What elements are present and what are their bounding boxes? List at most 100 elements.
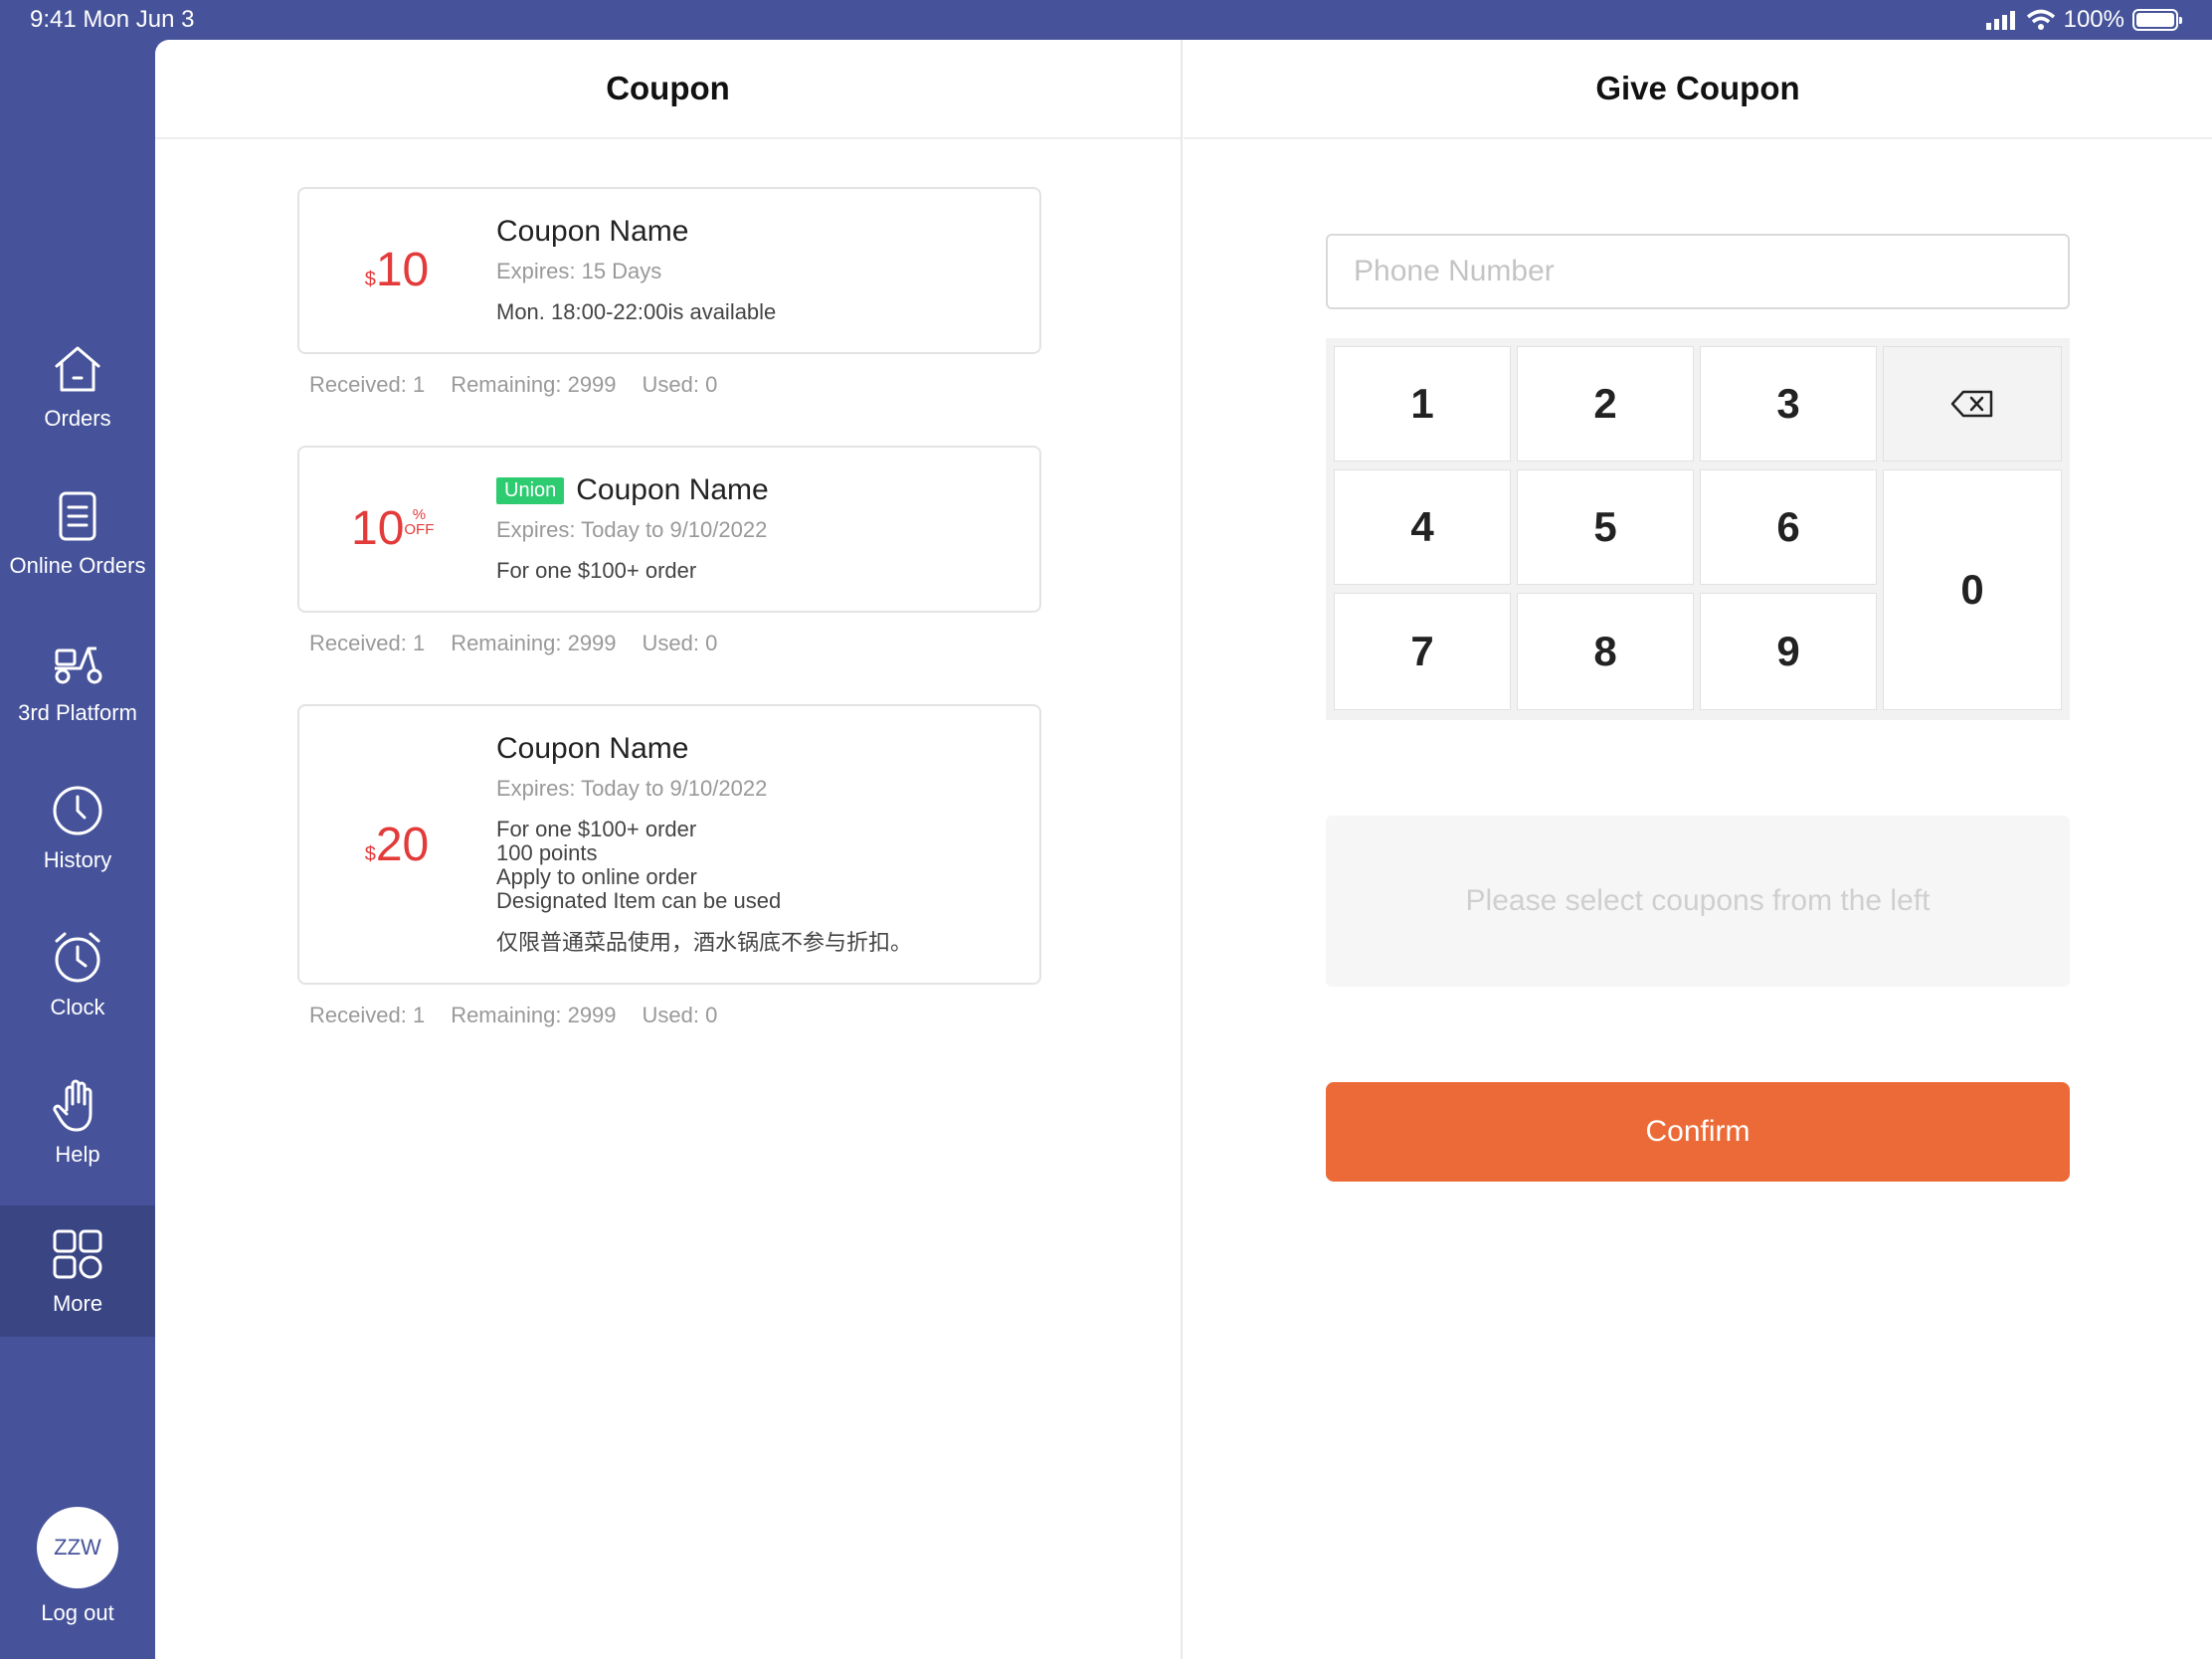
alarm-clock-icon	[55, 932, 100, 983]
coupon-desc-line: Designated Item can be used	[496, 888, 782, 913]
logout-link[interactable]: Log out	[41, 1600, 113, 1626]
key-9[interactable]: 9	[1700, 593, 1877, 710]
sidebar-item-label: 3rd Platform	[18, 700, 137, 725]
received-count: Received: 1	[309, 631, 426, 655]
coupon-desc-line: Apply to online order	[496, 864, 697, 889]
used-count: Used: 0	[642, 1003, 718, 1027]
key-4[interactable]: 4	[1334, 469, 1511, 585]
coupon-description: Mon. 18:00-22:00is available	[496, 300, 1019, 324]
avatar[interactable]: ZZW	[37, 1507, 118, 1588]
sidebar-item-help[interactable]: Help	[0, 1056, 155, 1188]
sidebar-item-label: Clock	[50, 995, 105, 1019]
key-5[interactable]: 5	[1517, 469, 1694, 585]
main-content: Coupon $10 Coupon Name Expires: 15 Days …	[155, 40, 2212, 1659]
clock-icon	[53, 786, 102, 835]
hand-icon	[53, 1079, 92, 1132]
coupon-desc-line: 100 points	[496, 840, 598, 865]
coupon-description: For one $100+ order 100 points Apply to …	[496, 818, 1019, 955]
sidebar-item-orders[interactable]: Orders	[0, 320, 155, 452]
coupon-name: Union Coupon Name	[496, 473, 1019, 507]
percent-off-label: % OFF	[404, 507, 434, 537]
union-badge: Union	[496, 476, 565, 504]
coupon-panel: Coupon $10 Coupon Name Expires: 15 Days …	[155, 40, 1183, 1659]
coupon-card[interactable]: $10 Coupon Name Expires: 15 Days Mon. 18…	[297, 187, 1041, 354]
coupon-stats: Received: 1 Remaining: 2999 Used: 0	[309, 372, 717, 398]
coupon-stats: Received: 1 Remaining: 2999 Used: 0	[309, 1003, 717, 1028]
sidebar-item-label: More	[52, 1291, 103, 1316]
sidebar: Orders Online Orders 3rd Platform Histor…	[0, 40, 155, 1659]
amount-value: 10	[375, 244, 430, 296]
key-3[interactable]: 3	[1700, 346, 1877, 461]
coupon-amount: 10% OFF	[351, 501, 434, 556]
remaining-count: Remaining: 2999	[451, 1003, 617, 1027]
received-count: Received: 1	[309, 372, 426, 397]
off-text: OFF	[404, 521, 435, 538]
coupon-expires: Expires: Today to 9/10/2022	[496, 517, 768, 542]
sidebar-item-label: Online Orders	[9, 553, 146, 578]
coupon-name-text: Coupon Name	[496, 732, 689, 765]
used-count: Used: 0	[642, 372, 718, 397]
coupon-desc-line: Mon. 18:00-22:00is available	[496, 299, 777, 324]
give-coupon-title: Give Coupon	[1184, 40, 2212, 139]
remaining-count: Remaining: 2999	[451, 631, 617, 655]
document-icon	[59, 491, 96, 541]
phone-number-input[interactable]	[1326, 234, 2070, 309]
sidebar-item-label: Help	[55, 1142, 100, 1167]
sidebar-item-clock[interactable]: Clock	[0, 909, 155, 1040]
key-2[interactable]: 2	[1517, 346, 1694, 461]
coupon-name: Coupon Name	[496, 215, 1019, 249]
amount-value: 20	[375, 819, 430, 871]
coupon-expires: Expires: 15 Days	[496, 259, 662, 283]
coupon-info: Coupon Name Expires: Today to 9/10/2022 …	[496, 732, 1019, 955]
sidebar-item-label: History	[43, 847, 112, 872]
coupon-description: For one $100+ order	[496, 559, 1019, 583]
coupon-card[interactable]: 10% OFF Union Coupon Name Expires: Today …	[297, 446, 1041, 613]
wifi-icon	[2026, 9, 2055, 30]
sidebar-item-label: Orders	[44, 406, 111, 431]
coupon-desc-line: For one $100+ order	[496, 558, 697, 583]
number-keypad: 1 2 3 4 5 6 0 7 8 9	[1326, 338, 2070, 720]
coupon-expires: Expires: Today to 9/10/2022	[496, 776, 768, 801]
key-7[interactable]: 7	[1334, 593, 1511, 710]
coupon-name: Coupon Name	[496, 732, 1019, 766]
give-coupon-panel: Give Coupon 1 2 3 4 5 6 0 7 8 9 Please s…	[1184, 40, 2212, 1659]
key-6[interactable]: 6	[1700, 469, 1877, 585]
battery-percent: 100%	[2063, 6, 2124, 33]
coupon-amount: $20	[299, 818, 494, 872]
remaining-count: Remaining: 2999	[451, 372, 617, 397]
sidebar-item-history[interactable]: History	[0, 762, 155, 893]
confirm-button[interactable]: Confirm	[1326, 1082, 2070, 1182]
backspace-icon	[1950, 390, 1993, 418]
received-count: Received: 1	[309, 1003, 426, 1027]
sidebar-item-more[interactable]: More	[0, 1205, 155, 1337]
coupon-stats: Received: 1 Remaining: 2999 Used: 0	[309, 631, 717, 656]
sidebar-item-online-orders[interactable]: Online Orders	[0, 467, 155, 599]
currency-symbol: $	[364, 269, 376, 290]
amount-value: 10	[351, 502, 405, 555]
selected-coupon-placeholder: Please select coupons from the left	[1326, 816, 2070, 987]
currency-symbol: $	[364, 843, 376, 865]
home-icon	[55, 346, 100, 392]
coupon-info: Union Coupon Name Expires: Today to 9/10…	[496, 473, 1019, 583]
coupon-card[interactable]: $20 Coupon Name Expires: Today to 9/10/2…	[297, 704, 1041, 985]
key-0[interactable]: 0	[1883, 469, 2062, 710]
logout-section[interactable]: ZZW Log out	[0, 1507, 155, 1626]
coupon-panel-title: Coupon	[155, 40, 1181, 139]
backspace-key[interactable]	[1883, 346, 2062, 461]
coupon-name-text: Coupon Name	[496, 215, 689, 248]
coupon-info: Coupon Name Expires: 15 Days Mon. 18:00-…	[496, 215, 1019, 324]
key-8[interactable]: 8	[1517, 593, 1694, 710]
status-right: 100%	[1985, 6, 2182, 34]
used-count: Used: 0	[642, 631, 718, 655]
key-1[interactable]: 1	[1334, 346, 1511, 461]
status-bar: 9:41 Mon Jun 3 100%	[0, 0, 2212, 40]
scooter-icon	[55, 646, 102, 684]
status-time: 9:41 Mon Jun 3	[30, 6, 195, 33]
battery-icon	[2132, 9, 2182, 31]
sidebar-item-3rd-platform[interactable]: 3rd Platform	[0, 615, 155, 746]
coupon-note: 仅限普通菜品使用，酒水锅底不参与折扣。	[496, 930, 913, 955]
coupon-amount: $10	[299, 243, 494, 297]
coupon-desc-line: For one $100+ order	[496, 817, 697, 841]
grid-icon	[53, 1229, 102, 1279]
cellular-signal-icon	[1985, 11, 2015, 30]
